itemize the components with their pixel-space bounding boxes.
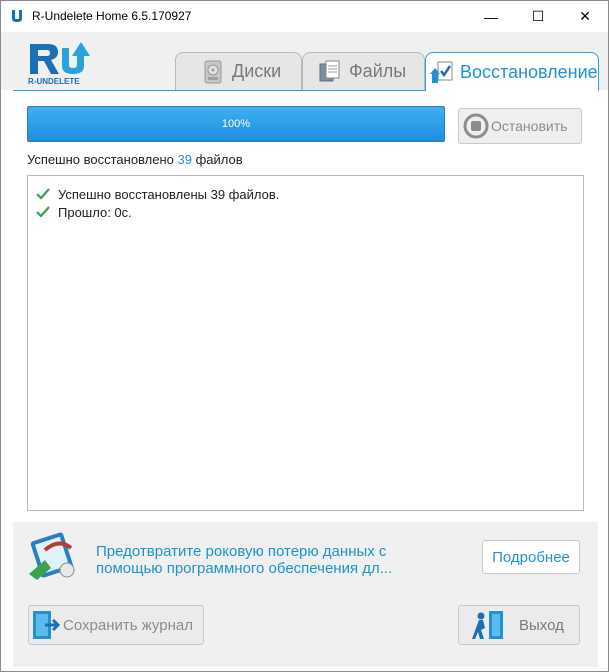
logo-text: R-UNDELETE	[28, 77, 80, 86]
backup-promo-icon	[29, 532, 75, 580]
log-line-text: Прошло: 0с.	[58, 204, 132, 220]
more-info-button[interactable]: Подробнее	[482, 540, 580, 574]
restored-count: 39	[177, 152, 192, 167]
summary-suffix: файлов	[191, 152, 243, 167]
restore-icon	[430, 61, 453, 83]
stop-button-label: Остановить	[491, 118, 568, 134]
tab-files[interactable]: Файлы	[302, 52, 425, 90]
footer: Сохранить журнал Выход	[13, 587, 598, 667]
promo-banner: Предотвратите роковую потерю данных с по…	[13, 522, 598, 587]
stop-icon	[463, 113, 489, 139]
r-undelete-logo: R-UNDELETE	[28, 42, 90, 86]
log-line: Прошло: 0с.	[28, 203, 583, 221]
files-icon	[319, 60, 340, 81]
summary-prefix: Успешно восстановлено	[27, 152, 178, 167]
save-log-label: Сохранить журнал	[63, 616, 193, 634]
app-icon	[9, 8, 25, 24]
check-icon	[36, 188, 50, 200]
tab-restore[interactable]: Восстановление	[425, 52, 599, 91]
minimize-button[interactable]: —	[468, 1, 514, 32]
exit-button[interactable]: Выход	[458, 605, 580, 645]
check-icon	[36, 206, 50, 218]
summary-text: Успешно восстановлено 39 файлов	[27, 152, 243, 167]
save-log-icon	[33, 611, 61, 639]
log-panel[interactable]: Успешно восстановлены 39 файлов. Прошло:…	[27, 175, 584, 511]
tab-disks-label: Диски	[232, 61, 282, 81]
progress-bar: 100%	[27, 106, 445, 142]
window-title: R-Undelete Home 6.5.170927	[32, 9, 192, 23]
log-line-text: Успешно восстановлены 39 файлов.	[58, 186, 280, 202]
title-bar: R-Undelete Home 6.5.170927 — ☐ ✕	[1, 1, 608, 32]
tab-disks[interactable]: Диски	[175, 52, 302, 90]
disk-icon	[204, 60, 222, 83]
tab-restore-label: Восстановление	[460, 61, 598, 82]
header: R-UNDELETE Диски Файлы Восстановление	[1, 32, 608, 91]
tab-files-label: Файлы	[349, 61, 407, 81]
promo-text[interactable]: Предотвратите роковую потерю данных с по…	[96, 543, 446, 577]
stop-button[interactable]: Остановить	[458, 108, 582, 144]
exit-label: Выход	[519, 616, 564, 634]
app-window: R-Undelete Home 6.5.170927 — ☐ ✕ R-UNDEL…	[0, 0, 609, 672]
exit-icon	[472, 611, 503, 639]
maximize-button[interactable]: ☐	[515, 1, 561, 32]
progress-label: 100%	[221, 118, 251, 130]
restore-panel: 100% Остановить Успешно восстановлено 39…	[13, 90, 598, 522]
log-line: Успешно восстановлены 39 файлов.	[28, 185, 583, 203]
save-log-button[interactable]: Сохранить журнал	[28, 605, 204, 645]
close-button[interactable]: ✕	[562, 1, 608, 32]
